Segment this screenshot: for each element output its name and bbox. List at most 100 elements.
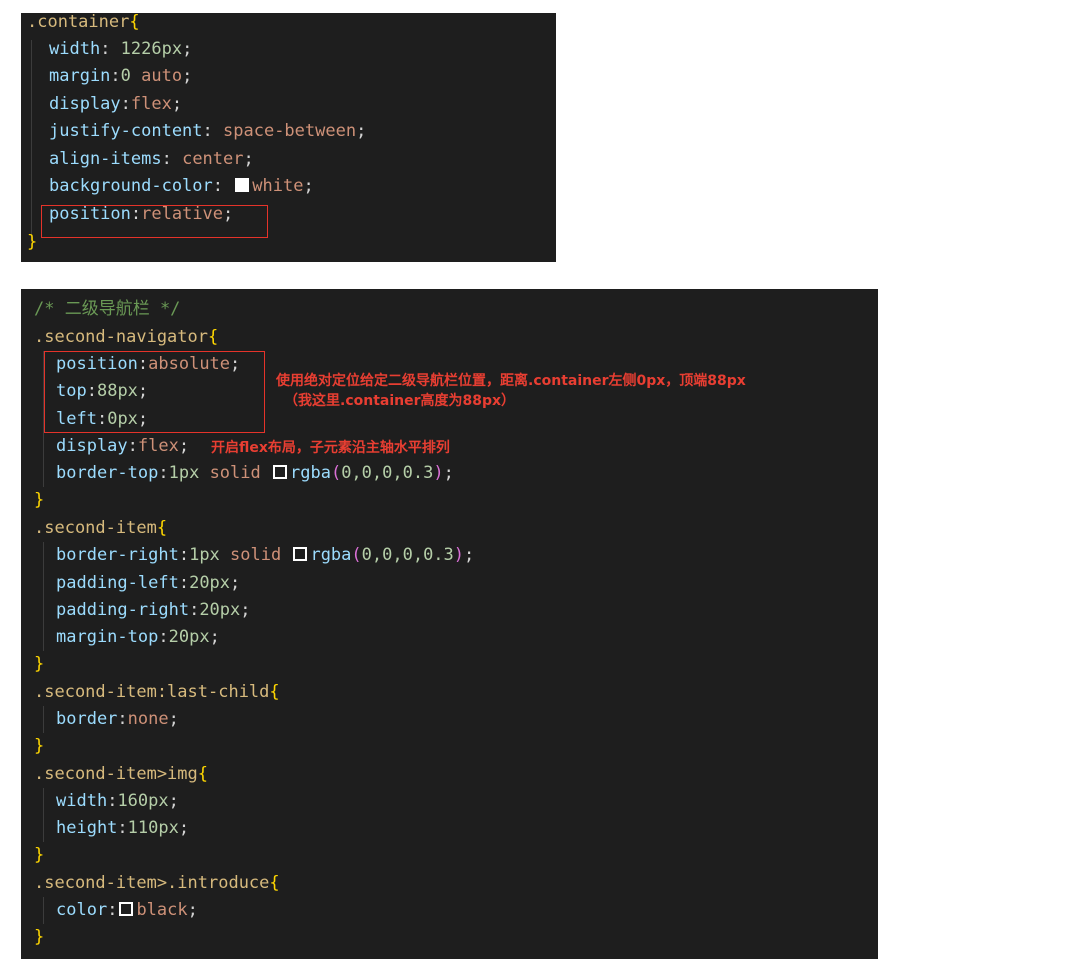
css-property: border-right [56, 545, 179, 565]
css-selector: .container [27, 12, 130, 32]
separator: : [107, 791, 118, 811]
open-brace: { [156, 518, 168, 538]
separator: : [158, 463, 169, 483]
annotation-flex-layout: 开启flex布局，子元素沿主轴水平排列 [211, 438, 450, 458]
annotation-line: 使用绝对定位给定二级导航栏位置，距离.container左侧0px，顶端88px [276, 373, 746, 389]
css-property: display [56, 436, 128, 456]
indent-guide [43, 706, 44, 733]
css-property: padding-right [56, 600, 190, 620]
code-line: display:flex; [56, 433, 189, 460]
css-property: color [56, 900, 108, 920]
color-swatch-icon[interactable] [235, 178, 250, 192]
annotation-line: （我这里.container高度为88px） [284, 393, 516, 409]
code-line: align-items: center; [49, 146, 254, 173]
color-swatch-icon[interactable] [293, 547, 308, 561]
paren-close: ) [453, 545, 465, 565]
semicolon: ; [168, 791, 179, 811]
semicolon: ; [168, 709, 179, 729]
close-brace: } [34, 736, 45, 756]
css-value: none [127, 709, 169, 729]
separator: : [178, 573, 190, 593]
semicolon: ; [182, 39, 193, 59]
css-property: margin-top [56, 627, 159, 647]
close-brace: } [34, 490, 45, 510]
css-property: display [49, 94, 121, 114]
code-line: padding-left:20px; [56, 570, 240, 597]
code-line: } [34, 487, 44, 514]
code-line: justify-content: space-between; [49, 118, 366, 145]
css-number: 20px [189, 573, 231, 593]
css-value: solid [199, 463, 271, 483]
code-line: border-right:1px solid rgba(0,0,0,0.3); [56, 542, 474, 569]
semicolon: ; [443, 463, 454, 483]
open-brace: { [269, 682, 280, 702]
semicolon: ; [171, 94, 183, 114]
css-property: width [56, 791, 108, 811]
code-line: border:none; [56, 706, 179, 733]
separator: : [100, 39, 121, 59]
code-panel-container: .container{ width: 1226px; margin:0 auto… [21, 12, 556, 262]
code-line: } [34, 651, 44, 678]
semicolon: ; [178, 436, 190, 456]
css-number: 20px [168, 627, 210, 647]
annotation-line: 开启flex布局，子元素沿主轴水平排列 [211, 440, 450, 456]
css-property: background-color [49, 176, 213, 196]
separator: : [178, 545, 190, 565]
semicolon: ; [464, 545, 475, 565]
code-line: color: black; [56, 897, 198, 924]
code-line: } [34, 733, 44, 760]
open-brace: { [269, 873, 280, 893]
css-property: border-top [56, 463, 159, 483]
css-value: flex [130, 94, 172, 114]
css-number: 0 [120, 66, 131, 86]
semicolon: ; [243, 149, 254, 169]
separator: : [117, 709, 128, 729]
paren-open: ( [351, 545, 362, 565]
semicolon: ; [187, 900, 198, 920]
highlight-box [44, 351, 265, 433]
semicolon: ; [178, 818, 190, 838]
code-line: margin:0 auto; [49, 63, 192, 90]
css-value: center [182, 149, 244, 169]
code-line: .container{ [27, 9, 140, 36]
css-property: border [56, 709, 118, 729]
code-line: border-top:1px solid rgba(0,0,0,0.3); [56, 460, 454, 487]
css-number: 1226px [120, 39, 183, 59]
semicolon: ; [356, 121, 367, 141]
code-line: background-color: white; [49, 173, 314, 200]
css-selector: .second-item>.introduce [34, 873, 270, 893]
code-line: .second-item>.introduce{ [34, 870, 280, 897]
code-line: display:flex; [49, 91, 182, 118]
separator: : [212, 176, 234, 196]
indent-guide [43, 897, 44, 924]
close-brace: } [27, 232, 38, 252]
code-line: } [27, 229, 37, 256]
code-line: height:110px; [56, 815, 189, 842]
css-value: black [136, 900, 188, 920]
css-property: padding-left [56, 573, 179, 593]
close-brace: } [34, 654, 45, 674]
css-selector: .second-item>img [34, 764, 198, 784]
color-swatch-icon[interactable] [272, 465, 287, 479]
css-property: align-items [49, 149, 162, 169]
code-line: .second-item{ [34, 515, 167, 542]
indent-guide [43, 542, 44, 651]
code-line: width:160px; [56, 788, 179, 815]
css-value: flex [137, 436, 179, 456]
css-number: 1px [168, 463, 200, 483]
separator: : [117, 818, 128, 838]
css-args: 0,0,0,0.3 [341, 463, 434, 483]
indent-guide [43, 788, 44, 842]
css-property: height [56, 818, 118, 838]
css-value: space-between [223, 121, 357, 141]
separator: : [120, 94, 131, 114]
separator: : [127, 436, 138, 456]
css-function: rgba [310, 545, 352, 565]
code-line: .second-navigator{ [34, 324, 218, 351]
css-value: solid [219, 545, 292, 565]
separator: : [107, 900, 118, 920]
css-number: 110px [127, 818, 179, 838]
css-selector: .second-item:last-child [34, 682, 270, 702]
color-swatch-icon[interactable] [119, 902, 134, 916]
open-brace: { [129, 12, 140, 32]
